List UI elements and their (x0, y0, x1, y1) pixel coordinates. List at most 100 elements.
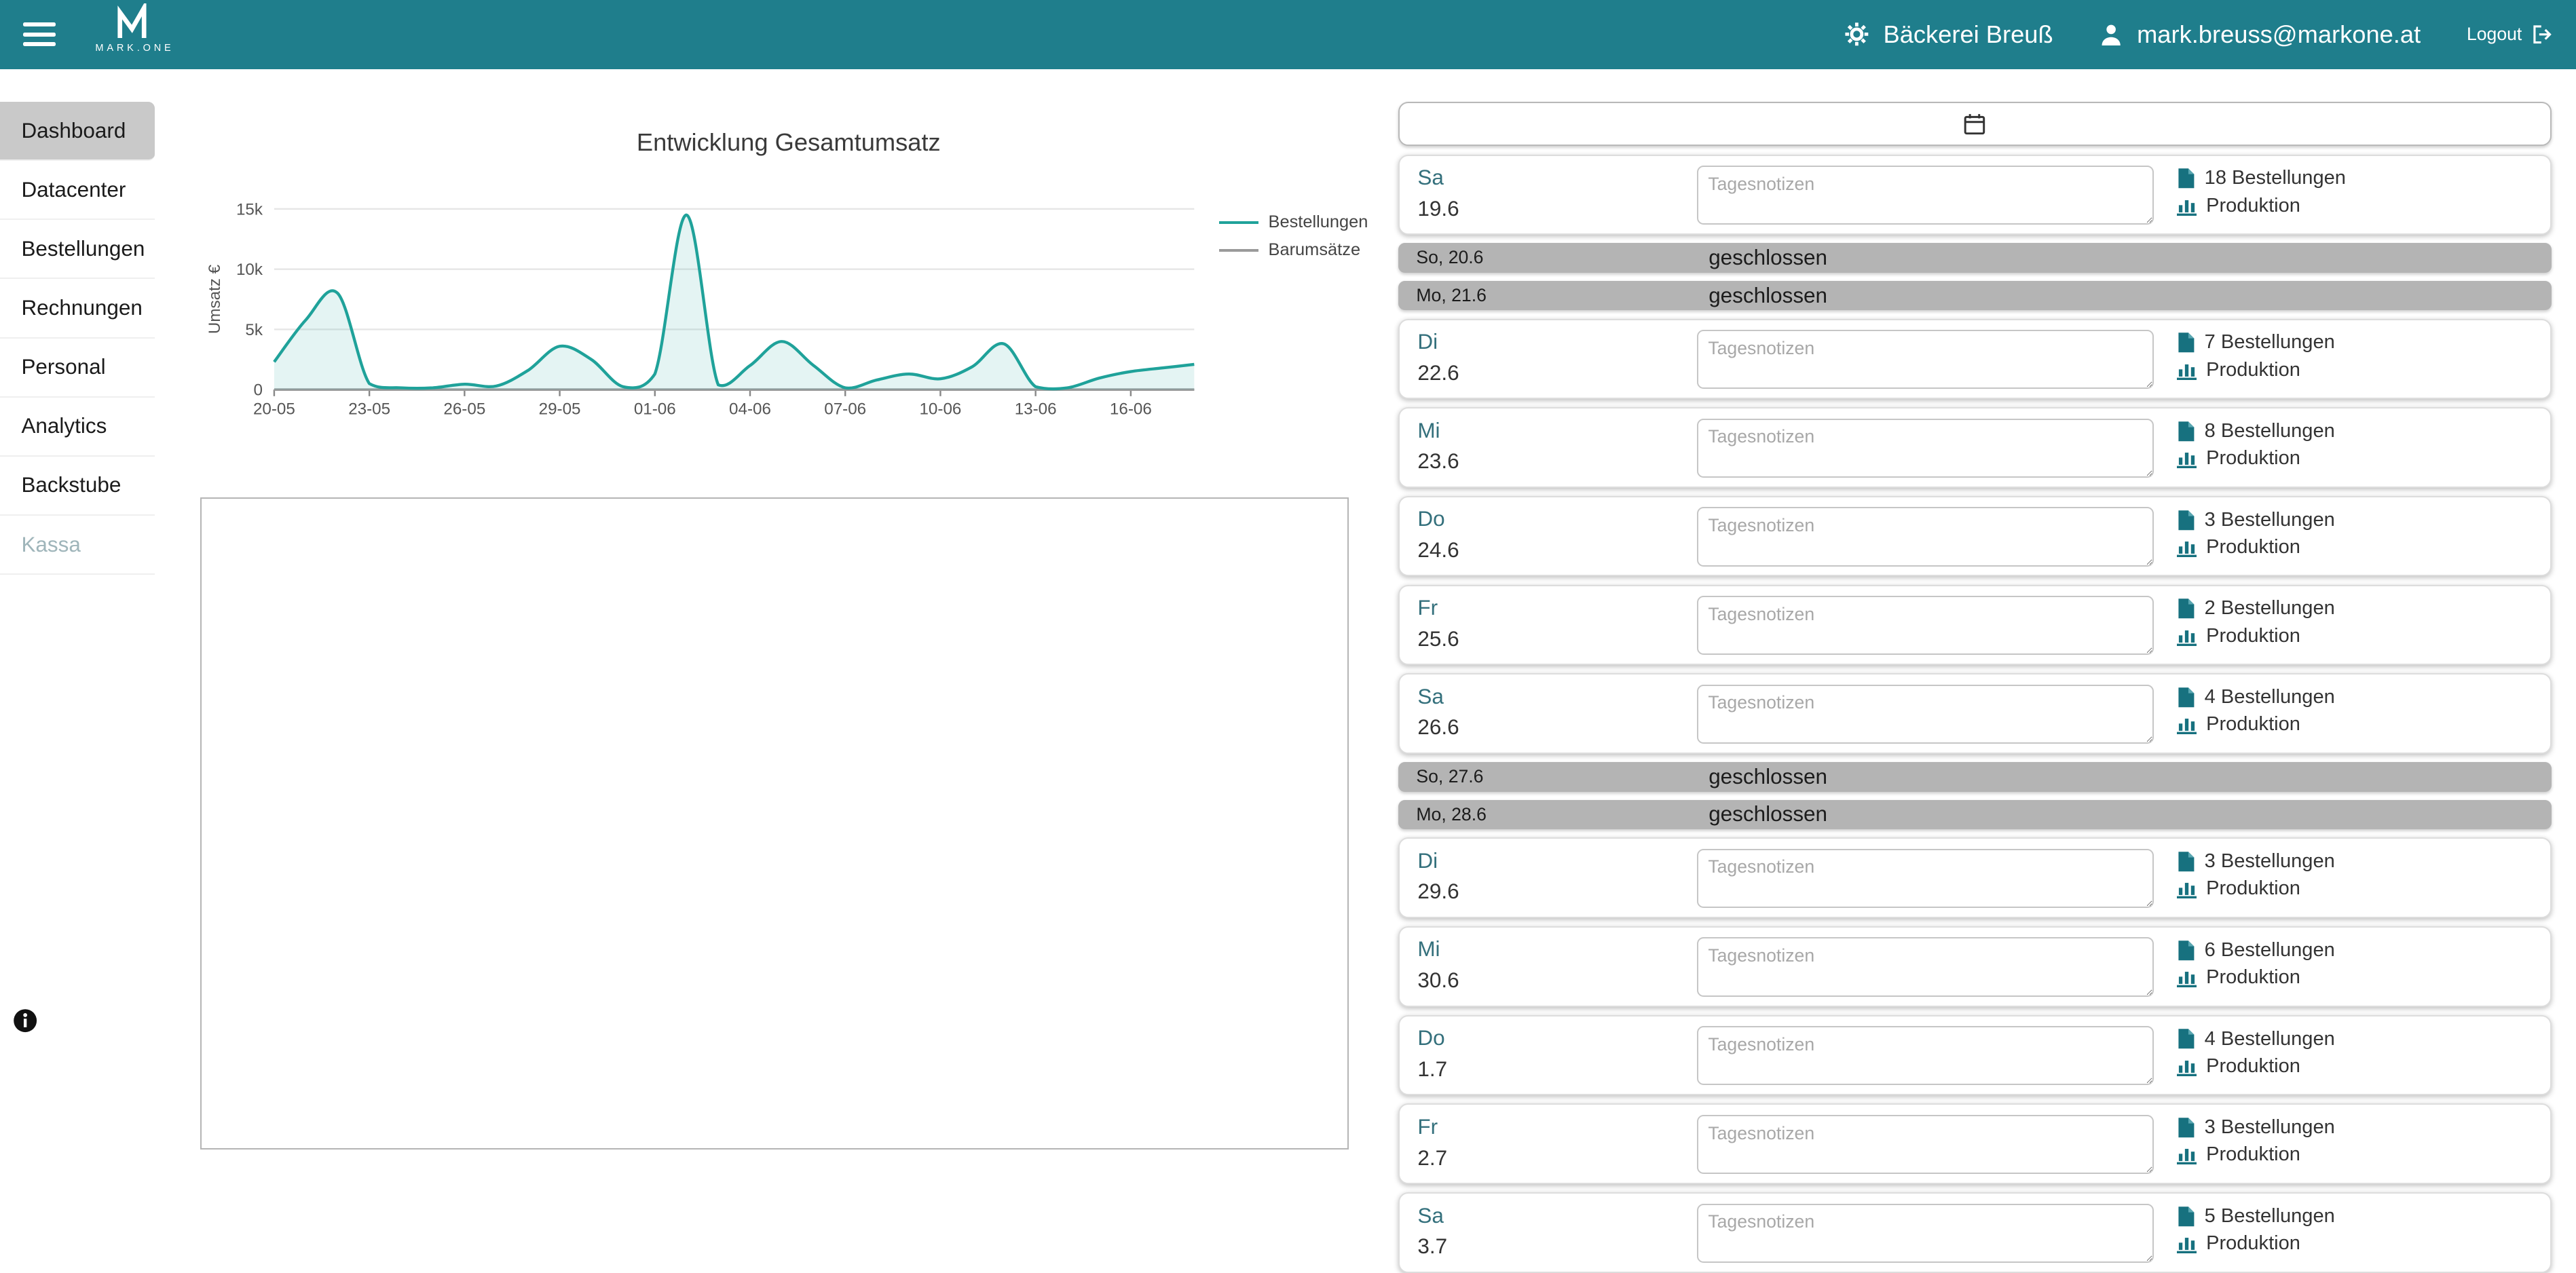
orders-link[interactable]: 3 Bestellungen (2177, 850, 2335, 873)
logout-label: Logout (2466, 24, 2522, 45)
day-links: 8 Bestellungen Produktion (2176, 419, 2335, 478)
user-icon (2102, 24, 2121, 45)
orders-link[interactable]: 18 Bestellungen (2177, 167, 2346, 189)
orders-link[interactable]: 3 Bestellungen (2177, 509, 2335, 531)
day-abbrev: Mi (1417, 937, 1440, 962)
produktion-link-label: Produktion (2206, 536, 2300, 558)
legend-item-bestellungen[interactable]: Bestellungen (1218, 212, 1368, 232)
calendar-button[interactable] (1398, 102, 2552, 147)
produktion-link[interactable]: Produktion (2176, 713, 2335, 736)
day-info: Sa 26.6 (1417, 685, 1696, 744)
orders-link[interactable]: 7 Bestellungen (2177, 331, 2335, 354)
day-card: Fr 2.7 3 Bestellungen Produktion (1398, 1103, 2552, 1184)
notes-textarea[interactable] (1696, 684, 2154, 744)
produktion-link[interactable]: Produktion (2176, 536, 2335, 558)
sidebar-item-rechnungen[interactable]: Rechnungen (0, 279, 155, 339)
bar-chart-icon (2176, 542, 2197, 558)
produktion-link[interactable]: Produktion (2176, 447, 2335, 470)
legend-item-barumsaetze[interactable]: Barumsätze (1218, 240, 1368, 260)
notes-textarea[interactable] (1696, 848, 2154, 908)
day-abbrev: Sa (1417, 1203, 1444, 1228)
day-abbrev: Mi (1417, 418, 1440, 442)
produktion-link-label: Produktion (2206, 358, 2300, 381)
orders-link-label: 7 Bestellungen (2204, 331, 2335, 354)
orders-link-label: 2 Bestellungen (2204, 597, 2335, 620)
produktion-link[interactable]: Produktion (2176, 358, 2335, 381)
info-button[interactable] (13, 1008, 37, 1040)
notes-textarea[interactable] (1696, 1114, 2154, 1174)
day-abbrev: Do (1417, 507, 1445, 531)
notes-textarea[interactable] (1696, 166, 2154, 225)
sidebar-item-analytics[interactable]: Analytics (0, 398, 155, 457)
produktion-link[interactable]: Produktion (2176, 624, 2335, 647)
orders-link-label: 3 Bestellungen (2204, 850, 2335, 873)
sidebar-item-personal[interactable]: Personal (0, 339, 155, 398)
gear-icon (1845, 22, 1869, 46)
bar-chart-icon (2176, 453, 2197, 469)
sidebar-item-dashboard[interactable]: Dashboard (0, 102, 155, 162)
produktion-link[interactable]: Produktion (2176, 877, 2335, 900)
orders-link[interactable]: 5 Bestellungen (2177, 1205, 2335, 1228)
company-menu[interactable]: Bäckerei Breuß (1844, 20, 2053, 49)
document-icon (2178, 852, 2194, 872)
produktion-link[interactable]: Produktion (2176, 195, 2346, 217)
day-info: Fr 2.7 (1417, 1115, 1696, 1175)
chart-legend: Bestellungen Barumsätze (1218, 212, 1368, 268)
account-menu[interactable]: mark.breuss@markone.at (2099, 20, 2421, 49)
orders-link[interactable]: 6 Bestellungen (2177, 939, 2335, 962)
orders-link-label: 6 Bestellungen (2204, 938, 2335, 961)
closed-day-date: Mo, 21.6 (1416, 285, 1487, 306)
notes-textarea[interactable] (1696, 418, 2154, 478)
brand-logo[interactable]: MARK.ONE (86, 0, 184, 54)
orders-link[interactable]: 2 Bestellungen (2177, 597, 2335, 620)
day-info: Sa 3.7 (1417, 1204, 1696, 1264)
sidebar-item-backstube[interactable]: Backstube (0, 457, 155, 516)
day-date: 26.6 (1417, 715, 1459, 740)
revenue-line-chart: 0 5k 10k 15k 20-05 23-05 26-05 29-05 01-06 04-06 0… (206, 201, 1195, 419)
closed-label: geschlossen (1709, 283, 1828, 307)
produktion-link[interactable]: Produktion (2176, 1232, 2335, 1255)
document-icon (2178, 1206, 2194, 1226)
markone-m-icon (117, 0, 147, 38)
day-abbrev: Di (1417, 330, 1438, 354)
day-date: 22.6 (1417, 360, 1459, 385)
bar-chart-icon (2176, 630, 2197, 646)
notes-textarea[interactable] (1696, 1203, 2154, 1263)
closed-day-date: So, 27.6 (1416, 766, 1484, 787)
produktion-link-label: Produktion (2206, 447, 2300, 470)
produktion-link[interactable]: Produktion (2176, 1143, 2335, 1166)
orders-link[interactable]: 4 Bestellungen (2177, 1028, 2335, 1050)
svg-text:13-06: 13-06 (1015, 400, 1057, 419)
orders-link[interactable]: 4 Bestellungen (2177, 686, 2335, 708)
closed-day-date: Mo, 28.6 (1416, 803, 1487, 824)
produktion-link-label: Produktion (2206, 624, 2300, 647)
notes-textarea[interactable] (1696, 507, 2154, 567)
document-icon (2178, 421, 2194, 442)
bar-chart-icon (2176, 1060, 2197, 1076)
orders-link[interactable]: 8 Bestellungen (2177, 420, 2335, 442)
day-list: Sa 19.6 18 Bestellungen Produktion (1398, 102, 2552, 1273)
produktion-link-label: Produktion (2206, 713, 2300, 736)
logout-button[interactable]: Logout (2467, 24, 2553, 45)
day-card: Sa 3.7 5 Bestellungen Produktion (1398, 1192, 2552, 1273)
notes-textarea[interactable] (1696, 1026, 2154, 1086)
notes-textarea[interactable] (1696, 596, 2154, 656)
svg-text:23-05: 23-05 (348, 400, 390, 419)
legend-label-bestellungen: Bestellungen (1268, 212, 1368, 232)
day-abbrev: Fr (1417, 1114, 1438, 1139)
day-links: 4 Bestellungen Produktion (2176, 685, 2335, 744)
notes-textarea[interactable] (1696, 330, 2154, 390)
produktion-link[interactable]: Produktion (2176, 1055, 2335, 1078)
document-icon (2178, 510, 2194, 530)
sidebar-item-datacenter[interactable]: Datacenter (0, 161, 155, 221)
user-email: mark.breuss@markone.at (2137, 20, 2421, 48)
day-info: Fr 25.6 (1417, 596, 1696, 656)
notes-textarea[interactable] (1696, 937, 2154, 997)
produktion-link[interactable]: Produktion (2176, 966, 2335, 989)
sidebar-item-bestellungen[interactable]: Bestellungen (0, 220, 155, 280)
day-date: 25.6 (1417, 626, 1459, 651)
menu-icon[interactable] (22, 17, 56, 52)
orders-link[interactable]: 3 Bestellungen (2177, 1116, 2335, 1139)
day-date: 29.6 (1417, 879, 1459, 904)
day-links: 6 Bestellungen Produktion (2176, 937, 2335, 997)
